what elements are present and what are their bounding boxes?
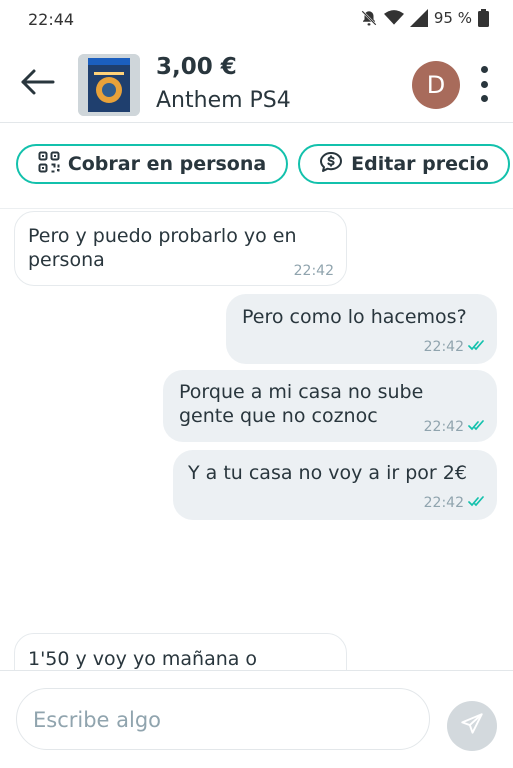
message-text: Porque a mi casa no sube xyxy=(179,381,424,403)
message-text: Pero como lo hacemos? xyxy=(242,306,467,328)
send-icon xyxy=(459,711,485,741)
message-text: Y a tu casa no voy a ir por 2€ xyxy=(188,462,467,484)
status-time: 22:44 xyxy=(28,10,75,29)
editar-label: Editar precio xyxy=(351,153,489,175)
divider xyxy=(0,208,513,209)
cobrar-label: Cobrar en persona xyxy=(67,153,267,175)
qr-code-icon xyxy=(38,151,60,178)
status-bar: 22:44 95 % xyxy=(0,0,513,40)
message-text: gente que no coznoc xyxy=(179,405,378,427)
item-thumbnail[interactable] xyxy=(78,54,140,116)
message-input[interactable] xyxy=(31,703,415,737)
battery-level: 95 % xyxy=(433,9,472,27)
mute-bell-icon xyxy=(360,9,378,27)
conversation-header: 3,00 € Anthem PS4 D xyxy=(0,44,513,123)
message-incoming[interactable]: Pero y puedo probarlo yo en persona 22:4… xyxy=(14,211,347,286)
back-arrow-icon[interactable] xyxy=(20,68,56,96)
signal-icon xyxy=(409,9,428,27)
message-outgoing[interactable]: Y a tu casa no voy a ir por 2€ 22:42 xyxy=(173,450,497,520)
double-check-icon xyxy=(468,491,485,515)
message-time: 22:42 xyxy=(293,263,334,279)
double-check-icon xyxy=(468,335,485,359)
item-title[interactable]: Anthem PS4 xyxy=(156,88,291,113)
message-time: 22:42 xyxy=(423,419,464,435)
avatar[interactable]: D xyxy=(412,61,460,109)
send-button[interactable] xyxy=(447,701,497,751)
status-icons: 95 % xyxy=(360,9,489,27)
message-outgoing[interactable]: Porque a mi casa no sube gente que no co… xyxy=(163,370,497,442)
double-check-icon xyxy=(468,415,485,439)
message-time: 22:42 xyxy=(423,495,464,511)
message-outgoing[interactable]: Pero como lo hacemos? 22:42 xyxy=(226,294,497,364)
item-price: 3,00 € xyxy=(156,54,237,80)
message-time: 22:42 xyxy=(423,339,464,355)
battery-icon xyxy=(478,9,489,27)
cobrar-en-persona-button[interactable]: Cobrar en persona xyxy=(16,144,288,184)
wifi-icon xyxy=(383,9,404,27)
message-text: 1'50 y voy yo mañana o xyxy=(28,648,258,670)
divider xyxy=(0,670,513,671)
message-text: Pero y puedo probarlo yo en xyxy=(28,225,297,247)
message-text: persona xyxy=(28,249,105,271)
price-chat-icon xyxy=(319,151,343,178)
more-options-icon[interactable] xyxy=(474,64,494,104)
editar-precio-button[interactable]: Editar precio xyxy=(298,144,510,184)
message-input-container xyxy=(16,688,430,750)
